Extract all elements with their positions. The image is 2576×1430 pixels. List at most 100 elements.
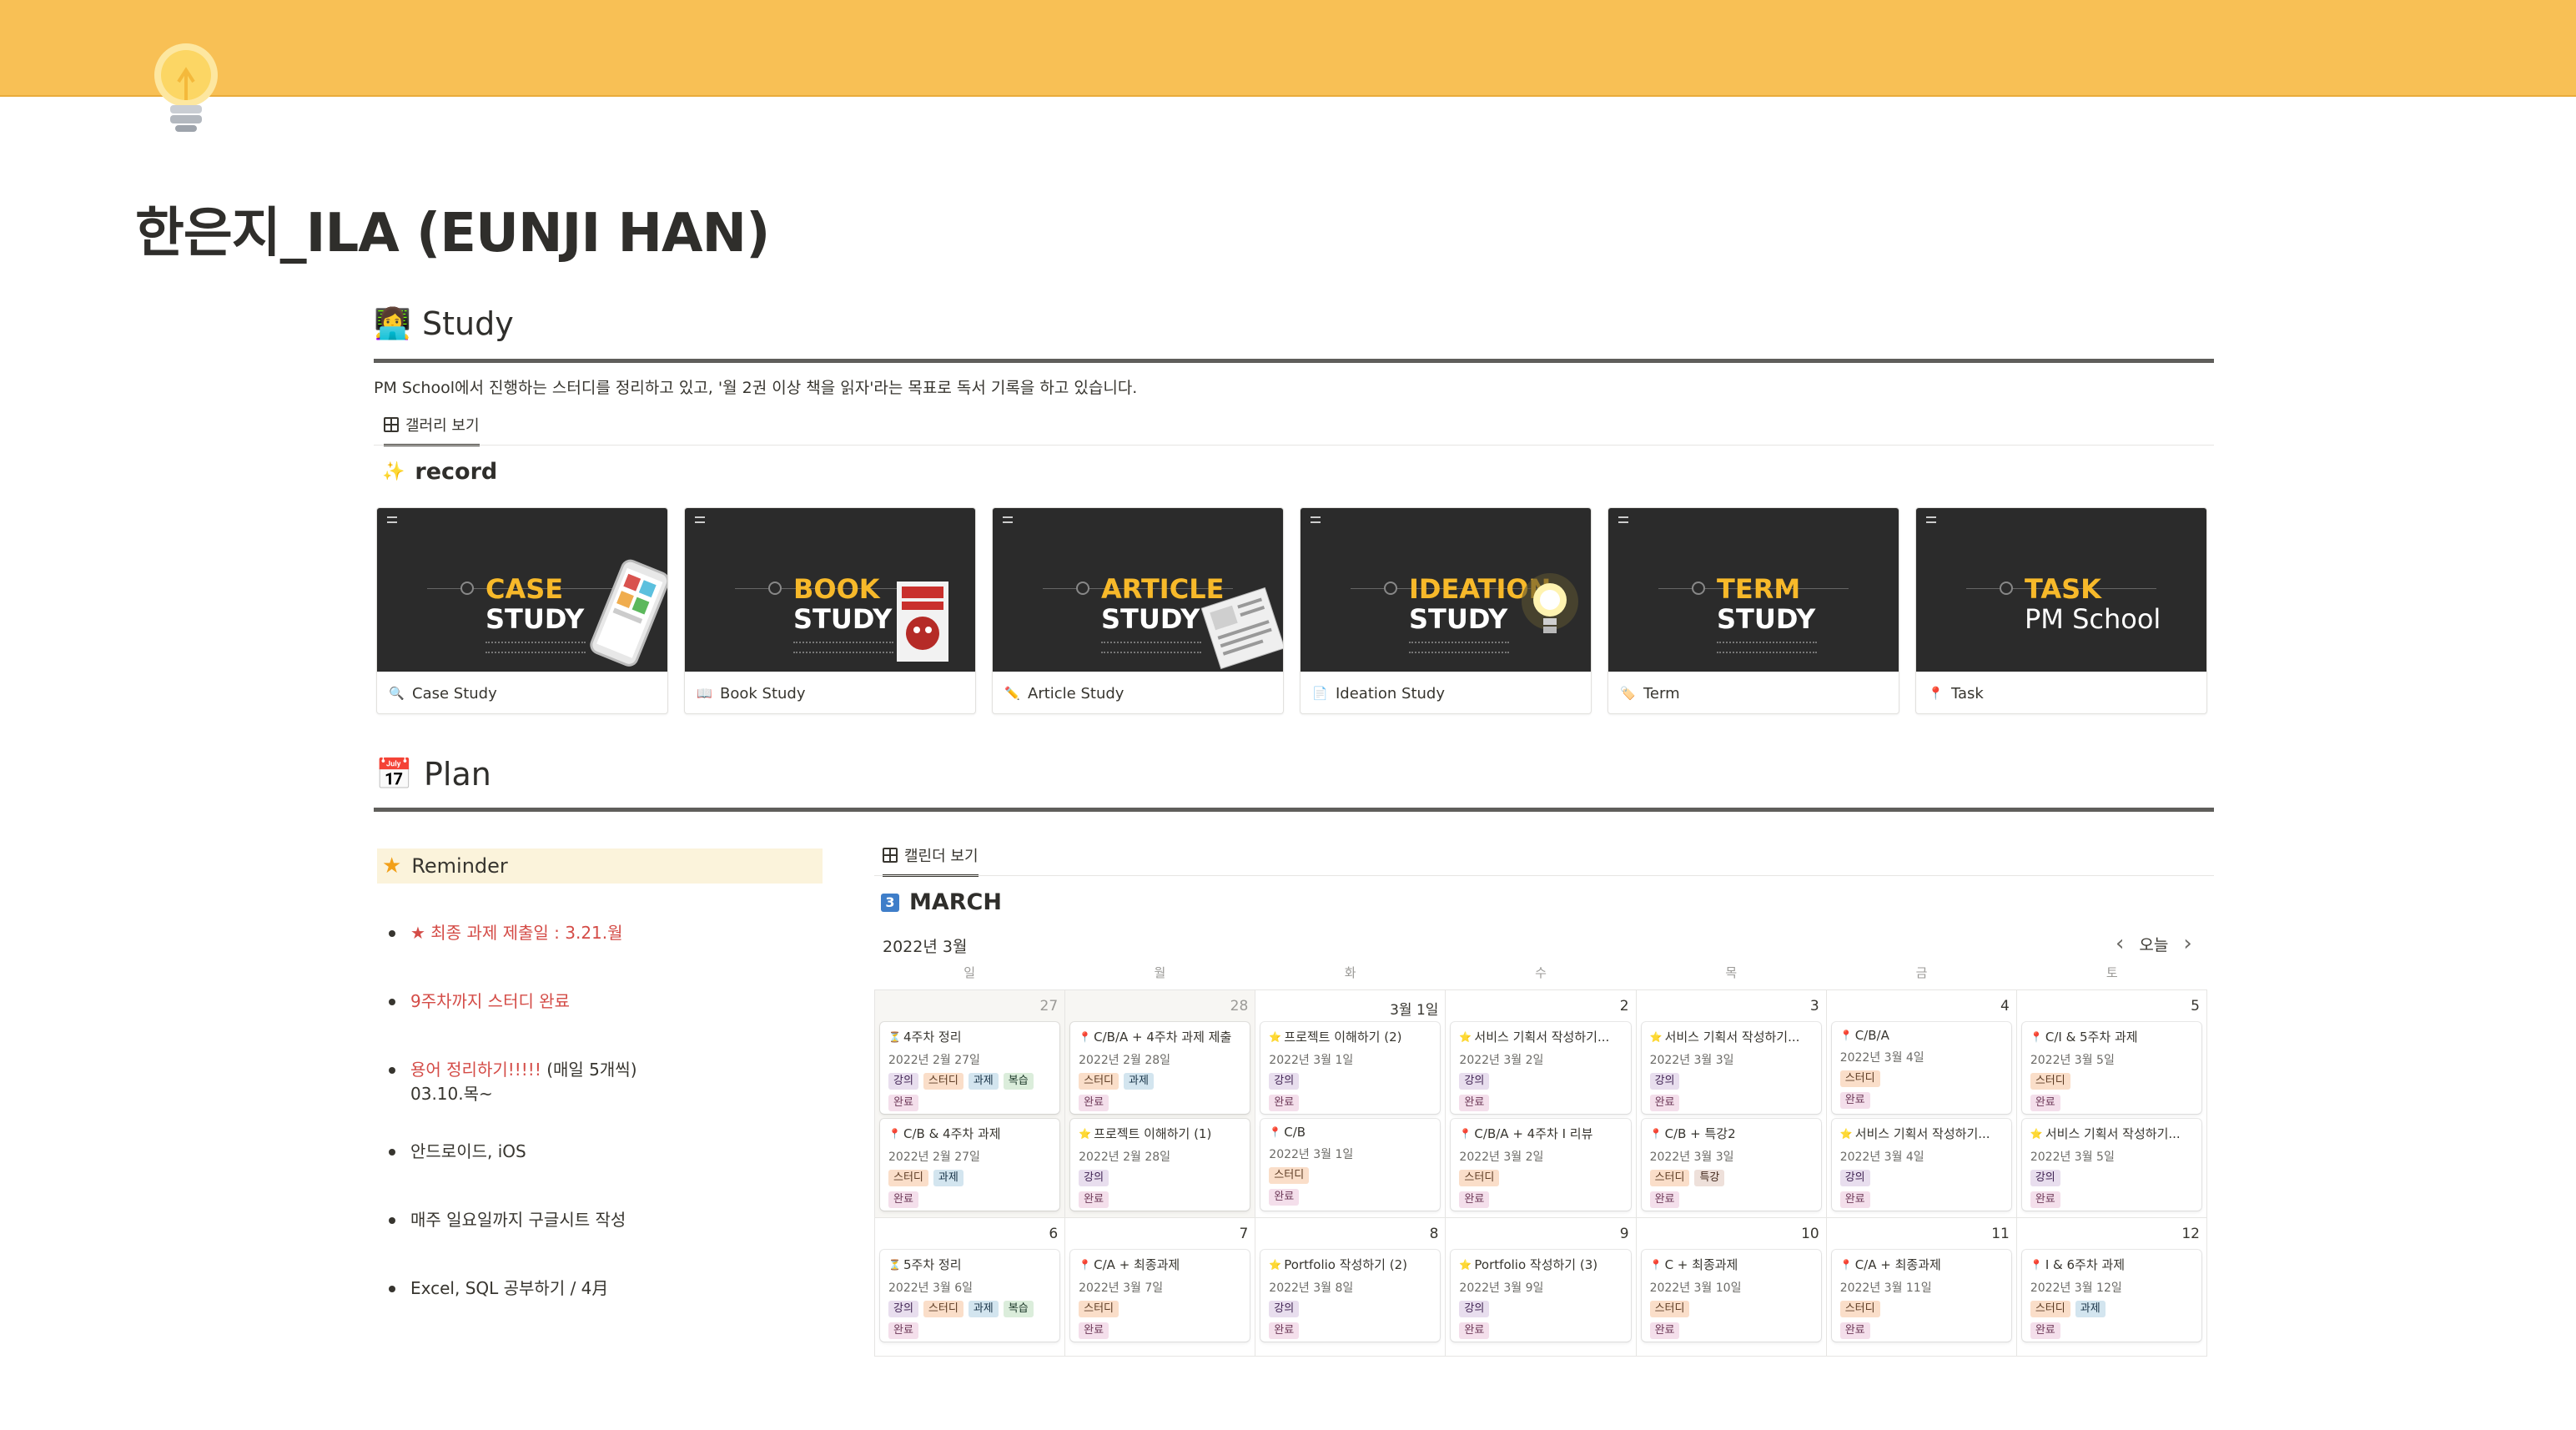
sparkle-icon: ✨ — [382, 461, 405, 482]
gallery-card-book-study[interactable]: BOOK STUDY 📖 Book Study — [684, 507, 976, 714]
list-item[interactable]: 9주차까지 스터디 완료 — [389, 989, 823, 1014]
calendar-event-card[interactable]: 📍 C/A + 최종과제 2022년 3월 7일 스터디 완료 — [1070, 1250, 1250, 1342]
calendar-event-card[interactable]: 📍 C/A + 최종과제 2022년 3월 11일 스터디 완료 — [1831, 1250, 2011, 1342]
event-title: C + 최종과제 — [1664, 1257, 1738, 1272]
calendar-event-card[interactable]: ⭐ 서비스 기획서 작성하기... 2022년 3월 3일 강의 완료 — [1641, 1022, 1821, 1114]
calendar-day-number: 27 — [1039, 998, 1059, 1015]
event-tags: 스터디 — [2030, 1073, 2193, 1090]
event-title: 서비스 기획서 작성하기... — [2045, 1126, 2181, 1141]
list-item[interactable]: Excel, SQL 공부하기 / 4月 — [389, 1276, 823, 1301]
calendar-event-card[interactable]: 📍 C/B & 4주차 과제 2022년 2월 27일 스터디 과제 완료 — [880, 1119, 1060, 1211]
calendar-day-cell[interactable]: 4 📍 C/B/A 2022년 3월 4일 스터디 완료 ⭐ 서비스 기획서 작성하기... 2… — [1826, 990, 2017, 1218]
tag-badge: 강의 — [2030, 1170, 2060, 1186]
tag-badge: 복습 — [1003, 1073, 1034, 1090]
calendar-day-cell[interactable]: 3 ⭐ 서비스 기획서 작성하기... 2022년 3월 3일 강의 완료 📍 C/B + 특… — [1636, 990, 1827, 1218]
menu-icon — [1311, 516, 1321, 523]
event-title: C/B/A + 4주차 과제 제출 — [1094, 1030, 1232, 1045]
event-date: 2022년 3월 1일 — [1269, 1054, 1354, 1067]
list-item[interactable]: 안드로이드, iOS — [389, 1140, 823, 1164]
tab-calendar-view[interactable]: 캘린더 보기 — [883, 844, 979, 877]
lightbulb-icon[interactable] — [148, 40, 224, 140]
list-item[interactable]: 용어 정리하기!!!!! (매일 5개씩) 03.10.목~ — [389, 1058, 823, 1106]
event-tags: 강의 — [1459, 1301, 1622, 1317]
calendar-event-card[interactable]: ⭐ 프로젝트 이해하기 (2) 2022년 3월 1일 강의 완료 — [1260, 1022, 1441, 1114]
calendar-day-cell[interactable]: 9 ⭐ Portfolio 작성하기 (3) 2022년 3월 9일 강의 완료 — [1446, 1218, 1637, 1357]
event-date: 2022년 3월 10일 — [1649, 1281, 1742, 1295]
phone-illustration — [590, 559, 667, 667]
calendar-event-card[interactable]: ⭐ 서비스 기획서 작성하기... 2022년 3월 4일 강의 완료 — [1831, 1119, 2011, 1211]
menu-icon — [1618, 516, 1628, 523]
calendar-day-cell[interactable]: 12 📍 I & 6주차 과제 2022년 3월 12일 스터디 과제 완료 — [2016, 1218, 2207, 1357]
calendar-day-cell[interactable]: 10 📍 C + 최종과제 2022년 3월 10일 스터디 완료 — [1636, 1218, 1827, 1357]
weekday-label: 금 — [1915, 965, 1928, 980]
calendar-day-cell[interactable]: 8 ⭐ Portfolio 작성하기 (2) 2022년 3월 8일 강의 완료 — [1255, 1218, 1446, 1357]
event-tags: 스터디 — [1839, 1301, 2003, 1317]
card-cover-title: BOOK — [793, 573, 880, 605]
gallery-card-task[interactable]: TASK PM School 📍 Task — [1915, 507, 2207, 714]
star-icon: ⭐ — [1459, 1030, 1472, 1043]
tag-badge: 스터디 — [2030, 1073, 2070, 1090]
number-three-icon: 3 — [881, 893, 899, 912]
pin-icon: 📍 — [888, 1127, 901, 1140]
calendar-day-cell[interactable]: 28 📍 C/B/A + 4주차 과제 제출 2022년 2월 28일 스터디 과제 완료 ⭐… — [1065, 990, 1256, 1218]
calendar-day-cell[interactable]: 6 ⏳ 5주차 정리 2022년 3월 6일 강의 스터디 과제 복습 완료 — [875, 1218, 1066, 1357]
calendar-event-card[interactable]: ⭐ 프로젝트 이해하기 (1) 2022년 2월 28일 강의 완료 — [1070, 1119, 1250, 1211]
tag-badge: 강의 — [1649, 1073, 1680, 1090]
list-item[interactable]: ★ 최종 과제 제출일 : 3.21.월 — [389, 921, 823, 945]
tag-badge: 과제 — [968, 1301, 999, 1317]
calendar-day-cell[interactable]: 7 📍 C/A + 최종과제 2022년 3월 7일 스터디 완료 — [1065, 1218, 1256, 1357]
event-title: C/B & 4주차 과제 — [903, 1126, 1001, 1141]
record-gallery: CASE STUDY 🔍 Case Study BOOK STUDY 📖 Boo… — [376, 507, 2207, 714]
tag-badge: 스터디 — [888, 1170, 928, 1186]
status-badge: 완료 — [1459, 1095, 1490, 1111]
tab-gallery-view[interactable]: 갤러리 보기 — [384, 414, 480, 446]
cover-caption — [486, 642, 586, 653]
status-badge: 완료 — [1079, 1322, 1109, 1339]
calendar-event-card[interactable]: 📍 C/B/A + 4주차 과제 제출 2022년 2월 28일 스터디 과제 완료 — [1070, 1022, 1250, 1114]
calendar-event-card[interactable]: 📍 C/I & 5주차 과제 2022년 3월 5일 스터디 완료 — [2021, 1022, 2201, 1114]
calendar-day-cell[interactable]: 11 📍 C/A + 최종과제 2022년 3월 11일 스터디 완료 — [1826, 1218, 2017, 1357]
calendar-event-card[interactable]: 📍 C + 최종과제 2022년 3월 10일 스터디 완료 — [1641, 1250, 1821, 1342]
status-badge: 완료 — [1839, 1322, 1870, 1339]
calendar-event-card[interactable]: ⭐ Portfolio 작성하기 (2) 2022년 3월 8일 강의 완료 — [1260, 1250, 1441, 1342]
book-icon: 📖 — [697, 686, 712, 701]
calendar-day-cell[interactable]: 3월 1일 ⭐ 프로젝트 이해하기 (2) 2022년 3월 1일 강의 완료 📍 C/B 20… — [1255, 990, 1446, 1218]
calendar-event-card[interactable]: ⭐ Portfolio 작성하기 (3) 2022년 3월 9일 강의 완료 — [1451, 1250, 1631, 1342]
event-title: C/B + 특강2 — [1664, 1126, 1736, 1141]
calendar-event-card[interactable]: 📍 C/B/A + 4주차 I 리뷰 2022년 3월 2일 스터디 완료 — [1451, 1119, 1631, 1211]
calendar-event-card[interactable]: 📍 C/B/A 2022년 3월 4일 스터디 완료 — [1831, 1022, 2011, 1114]
tag-badge: 강의 — [1269, 1073, 1300, 1090]
calendar-event-card[interactable]: ⏳ 4주차 정리 2022년 2월 27일 강의 스터디 과제 복습 완료 — [880, 1022, 1060, 1114]
page-cover[interactable] — [0, 0, 2576, 97]
event-tags: 강의 스터디 과제 복습 — [888, 1073, 1051, 1090]
calendar-month-label: 2022년 3월 — [883, 938, 968, 956]
calendar-day-cell[interactable]: 5 📍 C/I & 5주차 과제 2022년 3월 5일 스터디 완료 ⭐ 서비스 기획서 작… — [2016, 990, 2207, 1218]
calendar-day-cell[interactable]: 2 ⭐ 서비스 기획서 작성하기... 2022년 3월 2일 강의 완료 📍 C/B/A +… — [1446, 990, 1637, 1218]
calendar-event-card[interactable]: 📍 C/B + 특강2 2022년 3월 3일 스터디 특강 완료 — [1641, 1119, 1821, 1211]
record-db-title[interactable]: ✨ record — [382, 459, 497, 485]
event-date: 2022년 3월 9일 — [1459, 1281, 1544, 1295]
calendar-day-cell[interactable]: 27 ⏳ 4주차 정리 2022년 2월 27일 강의 스터디 과제 복습 완료 📍 C/B & 4… — [875, 990, 1066, 1218]
list-item[interactable]: 매주 일요일까지 구글시트 작성 — [389, 1208, 823, 1232]
calendar-event-card[interactable]: ⭐ 서비스 기획서 작성하기... 2022년 3월 5일 강의 완료 — [2021, 1119, 2201, 1211]
event-title-row: 📍 I & 6주차 과제 — [2030, 1256, 2193, 1273]
calendar-event-card[interactable]: 📍 I & 6주차 과제 2022년 3월 12일 스터디 과제 완료 — [2021, 1250, 2201, 1342]
study-heading-label: Study — [422, 305, 514, 342]
gallery-card-ideation-study[interactable]: IDEATION STUDY 📄 Ideation Study — [1300, 507, 1592, 714]
page-title[interactable]: 한은지_ILA (EUNJI HAN) — [135, 190, 770, 267]
pin-icon: 📍 — [1079, 1258, 1092, 1271]
calendar-event-card[interactable]: ⏳ 5주차 정리 2022년 3월 6일 강의 스터디 과제 복습 완료 — [880, 1250, 1060, 1342]
today-button[interactable]: 오늘 — [2139, 933, 2168, 955]
star-icon: ★ — [382, 853, 402, 879]
gallery-card-case-study[interactable]: CASE STUDY 🔍 Case Study — [376, 507, 668, 714]
calendar-event-card[interactable]: 📍 C/B 2022년 3월 1일 스터디 완료 — [1260, 1119, 1441, 1211]
chevron-right-icon[interactable]: › — [2183, 931, 2191, 956]
event-title-row: 📍 C/B & 4주차 과제 — [888, 1125, 1051, 1142]
gallery-card-article-study[interactable]: ARTICLE STUDY ✏️ Article Study — [992, 507, 1284, 714]
march-db-title[interactable]: 3 MARCH — [881, 889, 1002, 915]
reminder-callout[interactable]: ★ Reminder — [377, 848, 823, 884]
star-icon: ⭐ — [1839, 1127, 1853, 1140]
calendar-event-card[interactable]: ⭐ 서비스 기획서 작성하기... 2022년 3월 2일 강의 완료 — [1451, 1022, 1631, 1114]
chevron-left-icon[interactable]: ‹ — [2116, 931, 2124, 956]
gallery-card-term[interactable]: TERM STUDY 🏷️ Term — [1607, 507, 1899, 714]
